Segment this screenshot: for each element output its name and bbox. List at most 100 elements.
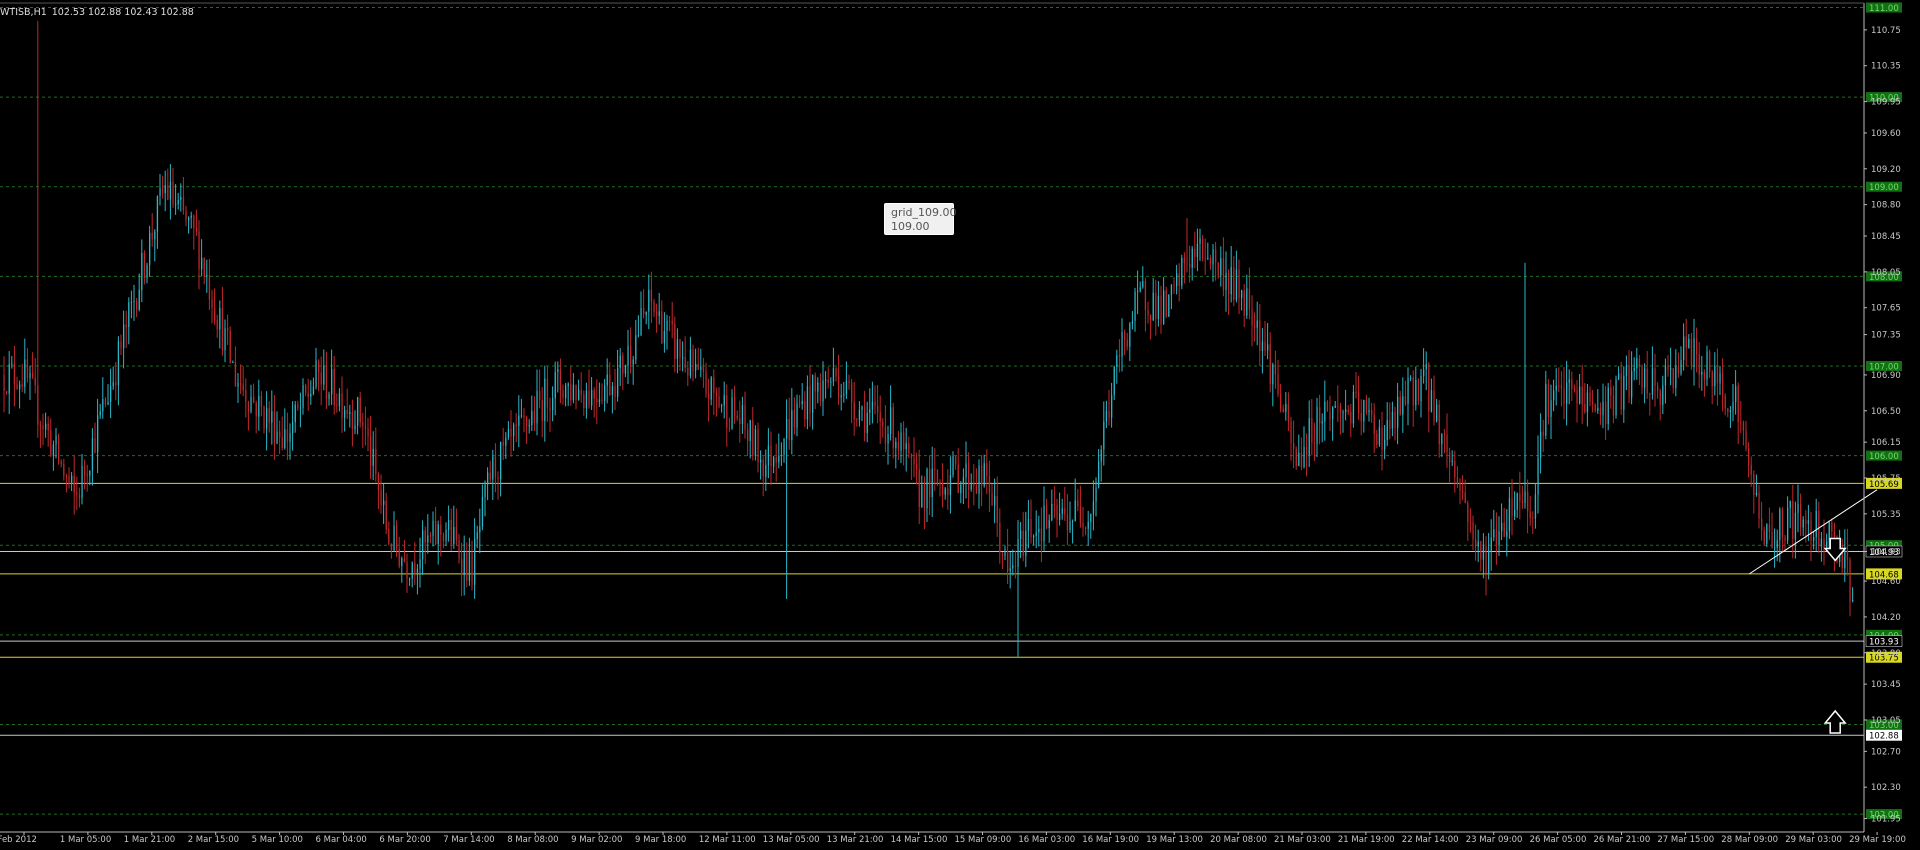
candle-body (78, 494, 81, 499)
candle-body (1436, 404, 1438, 422)
candle-body (224, 328, 226, 351)
candle-body (1654, 368, 1656, 386)
candle-body (1311, 418, 1313, 443)
candle-body (1246, 288, 1248, 316)
candle-body (1586, 392, 1589, 412)
grid-tooltip: grid_109.00 109.00 (884, 203, 957, 235)
candle-body (1664, 366, 1667, 386)
candle-body (1482, 546, 1485, 560)
candle-body (1620, 373, 1622, 410)
candle-body (1545, 384, 1547, 436)
candle-body (554, 371, 556, 399)
candle-body (1064, 508, 1066, 515)
candle-body (406, 562, 408, 579)
candle-body (996, 496, 998, 523)
x-tick-label: 9 Mar 02:00 (571, 835, 622, 845)
price-chart[interactable]: 111.00110.00109.00108.00107.00106.00105.… (0, 0, 1920, 846)
candle-body (1651, 368, 1654, 395)
candle-body (502, 441, 504, 446)
candle-body (1607, 387, 1609, 425)
candle-body (359, 397, 361, 423)
candle-body (325, 365, 328, 399)
candle-body (916, 464, 918, 470)
candle-body (1789, 500, 1791, 508)
candle-body (856, 419, 858, 421)
candle-body (934, 468, 936, 470)
candle-body (1693, 338, 1695, 367)
x-tick-label: 16 Mar 03:00 (1018, 835, 1075, 845)
candle-body (1066, 514, 1069, 531)
candle-body (479, 526, 481, 533)
candle-body (1576, 390, 1578, 404)
candle-body (1285, 403, 1287, 412)
x-tick-label: 21 Mar 19:00 (1338, 835, 1395, 845)
candle-body (286, 429, 289, 442)
candle-body (497, 477, 499, 480)
chart-header: WTISB,H1 102.53 102.88 102.43 102.88 (0, 7, 194, 18)
candle-body (1529, 511, 1531, 518)
candle-body (1599, 407, 1602, 416)
candle-body (203, 258, 205, 277)
candle-body (1508, 498, 1511, 532)
candle-body (515, 424, 517, 426)
candle-body (1165, 290, 1167, 317)
candle-body (37, 385, 39, 425)
candle-body (853, 402, 855, 420)
candle-body (546, 378, 549, 408)
candle-body (234, 362, 237, 387)
candle-body (887, 433, 889, 444)
candle-body (1441, 434, 1443, 445)
candle-body (94, 438, 96, 453)
candle-body (1784, 537, 1786, 541)
candle-body (762, 459, 764, 477)
candle-body (1566, 382, 1568, 404)
candle-body (42, 425, 44, 430)
candle-body (1758, 492, 1760, 519)
candle-body (1397, 396, 1399, 428)
candle-body (1105, 410, 1108, 422)
candle-body (526, 417, 528, 427)
y-tick-label: 103.80 (1871, 649, 1901, 659)
candle-body (804, 401, 806, 420)
candle-body (1038, 528, 1040, 533)
candle-body (299, 407, 302, 409)
candle-body (138, 289, 140, 310)
candle-body (1287, 403, 1290, 422)
candle-body (398, 548, 400, 566)
candle-body (468, 552, 471, 581)
candle-body (1183, 257, 1186, 264)
candle-body (333, 368, 335, 405)
candle-body (978, 465, 980, 494)
candle-body (102, 399, 104, 412)
candle-body (24, 359, 26, 387)
y-tick-label: 105.75 (1871, 474, 1901, 484)
candle-body (1082, 522, 1084, 528)
candle-body (796, 403, 798, 428)
candle-body (604, 385, 606, 402)
candle-body (936, 469, 939, 484)
candle-body (346, 410, 348, 414)
candle-body (1350, 411, 1352, 424)
candle-body (1581, 386, 1583, 405)
candle-body (1168, 294, 1170, 317)
candle-body (1389, 419, 1391, 429)
candle-body (1072, 520, 1074, 522)
candle-body (1852, 599, 1854, 602)
candle-body (1191, 248, 1193, 268)
candle-body (697, 363, 699, 370)
candle-body (879, 412, 881, 422)
candle-body (1157, 295, 1160, 320)
candle-body (177, 199, 179, 204)
candle-body (1459, 483, 1461, 491)
candle-body (1228, 272, 1230, 295)
chart-window[interactable]: 111.00110.00109.00108.00107.00106.00105.… (0, 0, 1920, 846)
candle-body (58, 435, 60, 462)
candle-body (572, 384, 575, 401)
candle-body (115, 382, 117, 386)
candle-body (643, 308, 645, 315)
candle-body (921, 484, 923, 508)
candle-body (159, 188, 161, 197)
candle-body (281, 436, 283, 449)
candle-body (1186, 263, 1188, 265)
candle-body (370, 436, 372, 466)
